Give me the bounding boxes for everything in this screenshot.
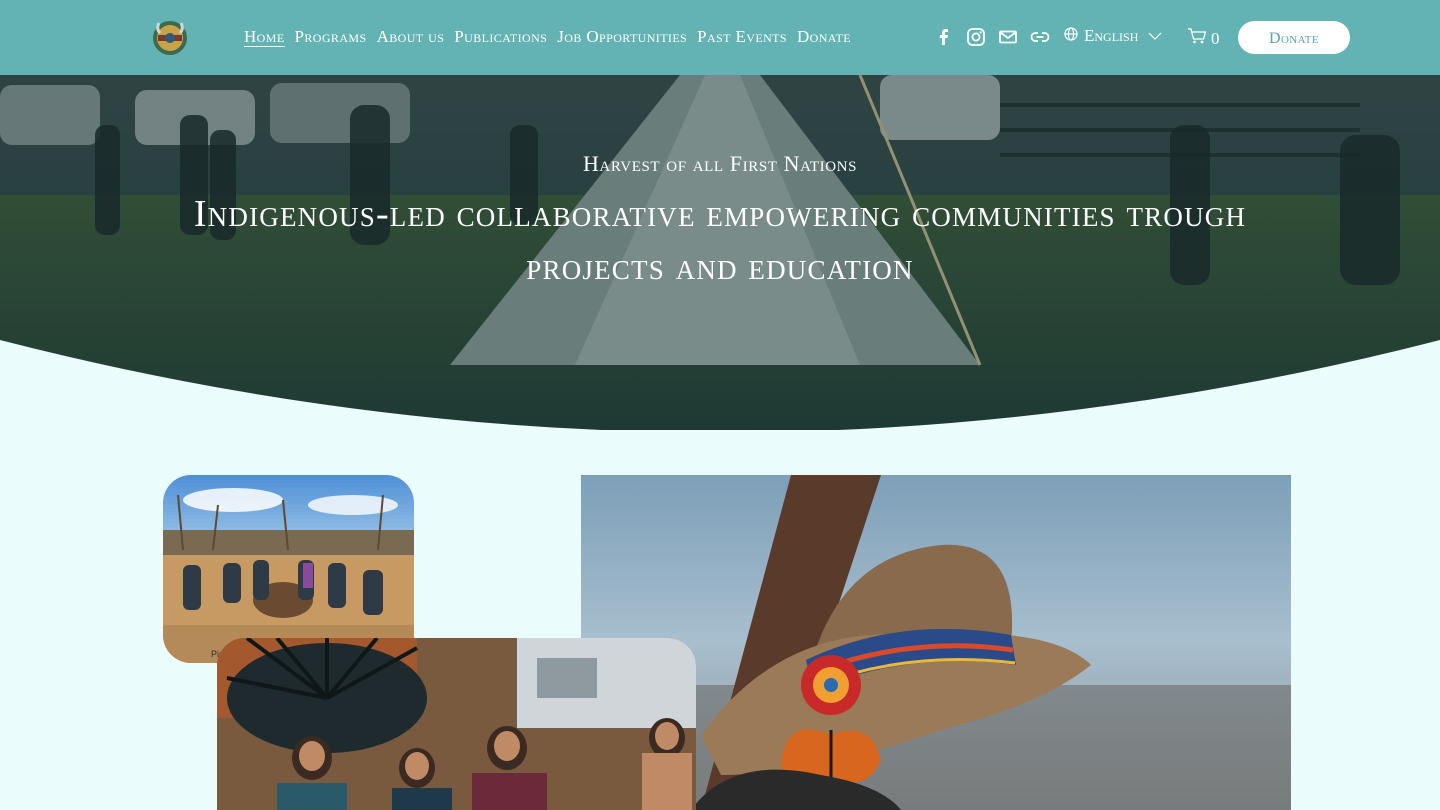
logo-icon[interactable] [150, 17, 190, 57]
facebook-icon[interactable] [934, 27, 954, 47]
link-icon[interactable] [1030, 27, 1050, 47]
nav-about-us[interactable]: About us [377, 26, 445, 48]
hero-subtitle: Harvest of all First Nations [582, 151, 858, 176]
chevron-down-icon [1148, 26, 1162, 46]
donate-button[interactable]: Donate [1238, 21, 1350, 54]
instagram-icon[interactable] [966, 27, 986, 47]
nav-donate[interactable]: Donate [797, 26, 851, 48]
photo-dancers [217, 638, 696, 810]
language-label: English [1084, 26, 1139, 45]
nav-publications[interactable]: Publications [454, 26, 547, 48]
nav-job-opportunities[interactable]: Job Opportunities [557, 26, 687, 48]
social-links [934, 27, 1050, 47]
photo-circle-gathering: Pic [163, 475, 414, 663]
nav-home[interactable]: Home [244, 26, 285, 48]
cart-icon [1187, 27, 1207, 50]
cart-link[interactable]: 0 [1187, 27, 1220, 50]
nav-programs[interactable]: Programs [295, 26, 367, 48]
cart-count: 0 [1211, 28, 1220, 48]
language-selector[interactable]: English [1064, 26, 1162, 46]
main-nav: Home Programs About us Publications Job … [244, 26, 861, 48]
globe-icon [1064, 26, 1078, 46]
hero-title: Indigenous-led collaborative empowering … [193, 193, 1247, 288]
nav-past-events[interactable]: Past Events [697, 26, 787, 48]
site-header: Home Programs About us Publications Job … [0, 0, 1440, 75]
email-icon[interactable] [998, 27, 1018, 47]
hero-banner: Harvest of all First Nations Indigenous-… [0, 75, 1440, 430]
